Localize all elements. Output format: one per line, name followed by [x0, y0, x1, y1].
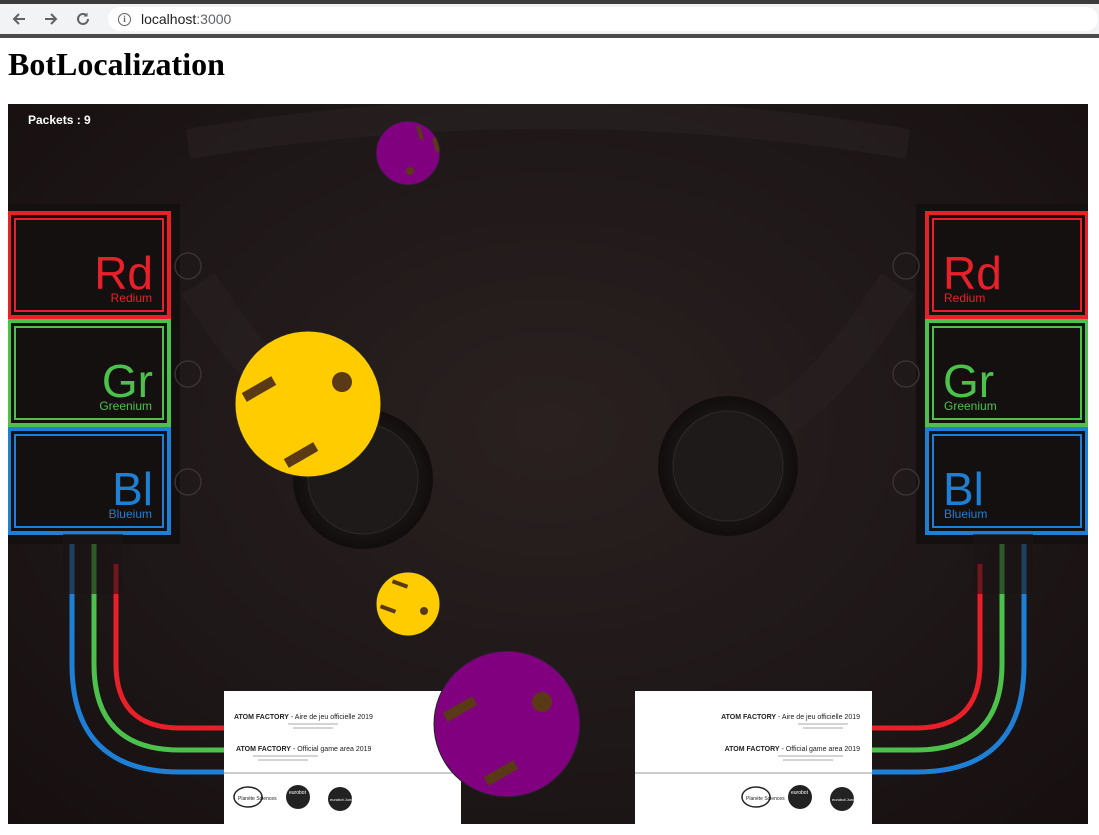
atom-spot: [892, 360, 920, 388]
right-zone-bg: [916, 204, 1088, 544]
page-title: BotLocalization: [8, 46, 225, 82]
atom-spot: [892, 252, 920, 280]
eurobot-logo-label: eurobot: [289, 790, 307, 796]
game-field-drawing: Rd Redium Gr Greenium Bl Blueium Rd Redi…: [8, 104, 1088, 824]
right-panel-text2: - Official game area 2019: [782, 746, 861, 753]
right-panel-text1: - Aire de jeu officielle 2019: [778, 714, 860, 721]
robot-purple-small[interactable]: [375, 120, 441, 186]
url-host: localhost: [141, 11, 197, 27]
eurobot-junior-logo-label: eurobot Junior: [832, 797, 858, 802]
left-rd-name: Redium: [111, 291, 152, 305]
planete-sciences-logo-label: Planète Sciences: [238, 796, 277, 802]
left-panel-text1: - Aire de jeu officielle 2019: [291, 714, 373, 721]
toolbar-divider: [0, 34, 1099, 38]
right-rd-name: Redium: [944, 291, 985, 305]
right-gr-name: Greenium: [944, 399, 997, 413]
svg-text:ATOM FACTORY - Official game a: ATOM FACTORY - Official game area 2019: [725, 746, 860, 753]
left-panel-title2: ATOM FACTORY: [236, 746, 291, 753]
packets-counter: Packets : 9: [28, 113, 91, 127]
forward-button[interactable]: [38, 6, 64, 32]
url-text: localhost:3000: [141, 11, 231, 27]
eurobot-logo-label: eurobot: [791, 790, 809, 796]
reload-icon: [77, 12, 89, 25]
info-icon[interactable]: i: [118, 12, 131, 26]
reload-button[interactable]: [70, 6, 96, 32]
back-arrow-icon: [12, 13, 25, 25]
url-port: :3000: [196, 11, 232, 27]
back-button[interactable]: [6, 6, 32, 32]
left-panel-text2: - Official game area 2019: [293, 746, 372, 753]
eurobot-junior-logo-label: eurobot Junior: [330, 797, 356, 802]
left-bl-name: Blueium: [109, 507, 152, 521]
left-gr-name: Greenium: [99, 399, 152, 413]
robot-yellow-large[interactable]: [234, 330, 382, 478]
cable-fade: [63, 534, 123, 594]
svg-text:ATOM FACTORY - Official game a: ATOM FACTORY - Official game area 2019: [236, 746, 371, 753]
eurobot-logo: [788, 785, 812, 809]
game-field[interactable]: Rd Redium Gr Greenium Bl Blueium Rd Redi…: [8, 104, 1088, 824]
track-arc: [185, 104, 911, 159]
eurobot-logo: [286, 785, 310, 809]
browser-toolbar: i localhost:3000: [0, 4, 1099, 34]
right-panel-title1: ATOM FACTORY: [721, 714, 776, 721]
atom-spot: [892, 468, 920, 496]
right-info-panel: ATOM FACTORY - Aire de jeu officielle 20…: [635, 691, 872, 824]
svg-text:ATOM FACTORY - Aire de jeu off: ATOM FACTORY - Aire de jeu officielle 20…: [234, 714, 373, 721]
address-bar[interactable]: i localhost:3000: [108, 7, 1098, 31]
planete-sciences-logo-label: Planète Sciences: [746, 796, 785, 802]
forward-arrow-icon: [45, 13, 58, 25]
right-pit-inner: [672, 410, 784, 522]
robot-yellow-small[interactable]: [375, 571, 441, 637]
robot-purple-large[interactable]: [433, 650, 581, 798]
right-bl-name: Blueium: [944, 507, 987, 521]
left-panel-title1: ATOM FACTORY: [234, 714, 289, 721]
cable-fade: [973, 534, 1033, 594]
right-panel-title2: ATOM FACTORY: [725, 746, 780, 753]
left-info-panel: ATOM FACTORY - Aire de jeu officielle 20…: [224, 691, 461, 824]
svg-text:ATOM FACTORY - Aire de jeu off: ATOM FACTORY - Aire de jeu officielle 20…: [721, 714, 860, 721]
